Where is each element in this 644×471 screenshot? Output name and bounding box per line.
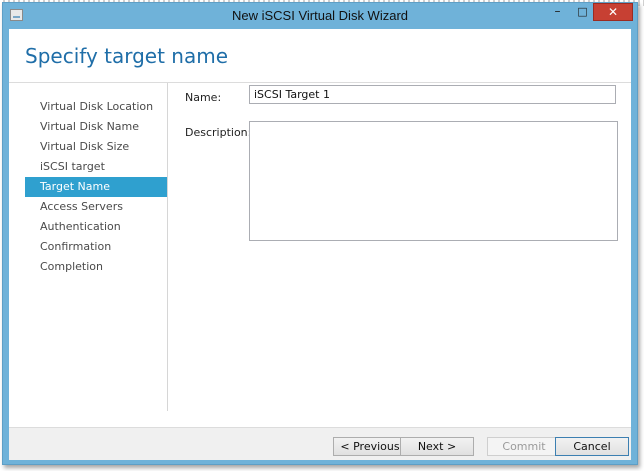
header-divider (9, 82, 631, 83)
nav-item-confirmation[interactable]: Confirmation (25, 237, 167, 257)
cancel-button[interactable]: Cancel (555, 437, 629, 456)
next-button[interactable]: Next > (400, 437, 474, 456)
nav-item-virtual-disk-size[interactable]: Virtual Disk Size (25, 137, 167, 157)
name-label: Name: (185, 91, 222, 104)
maximize-icon[interactable]: □ (570, 3, 595, 21)
title-bar[interactable]: New iSCSI Virtual Disk Wizard – □ ✕ (3, 3, 637, 29)
nav-divider (167, 83, 168, 411)
wizard-footer: < Previous Next > Commit Cancel (9, 427, 631, 460)
nav-item-access-servers[interactable]: Access Servers (25, 197, 167, 217)
wizard-client: Specify target name Virtual Disk Locatio… (9, 29, 631, 460)
wizard-steps-nav: Virtual Disk Location Virtual Disk Name … (25, 97, 167, 277)
nav-item-virtual-disk-name[interactable]: Virtual Disk Name (25, 117, 167, 137)
description-textarea[interactable] (249, 121, 618, 241)
name-input[interactable]: iSCSI Target 1 (249, 85, 616, 104)
nav-item-virtual-disk-location[interactable]: Virtual Disk Location (25, 97, 167, 117)
close-icon[interactable]: ✕ (593, 3, 633, 21)
nav-item-target-name[interactable]: Target Name (25, 177, 167, 197)
nav-item-completion[interactable]: Completion (25, 257, 167, 277)
nav-item-authentication[interactable]: Authentication (25, 217, 167, 237)
previous-button[interactable]: < Previous (333, 437, 407, 456)
minimize-icon[interactable]: – (545, 3, 570, 21)
page-title: Specify target name (25, 44, 229, 68)
description-label: Description: (185, 126, 252, 139)
nav-item-iscsi-target[interactable]: iSCSI target (25, 157, 167, 177)
commit-button: Commit (487, 437, 561, 456)
window-title: New iSCSI Virtual Disk Wizard (231, 8, 409, 23)
wizard-window: New iSCSI Virtual Disk Wizard – □ ✕ Spec… (2, 2, 638, 465)
